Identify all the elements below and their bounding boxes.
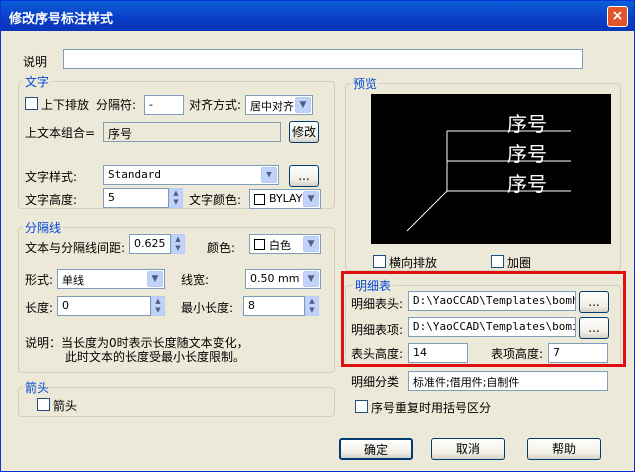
min-length-label: 最小长度: bbox=[181, 301, 234, 315]
line-width-select[interactable]: 0.50 mm ▼ bbox=[245, 269, 321, 289]
title-bar[interactable]: 修改序号标注样式 × bbox=[1, 1, 634, 31]
align-value: 居中对齐 bbox=[250, 100, 294, 113]
text-style-value: Standard bbox=[108, 168, 161, 181]
close-button[interactable]: × bbox=[607, 6, 628, 27]
spin-down-icon[interactable]: ▼ bbox=[170, 198, 182, 207]
color-swatch-icon bbox=[254, 239, 265, 250]
spin-up-icon[interactable]: ▲ bbox=[172, 235, 184, 244]
text-style-select[interactable]: Standard ▼ bbox=[103, 165, 279, 185]
length-label: 长度: bbox=[25, 301, 54, 315]
category-label: 明细分类 bbox=[351, 375, 400, 389]
length-stepper[interactable]: ▲ ▼ bbox=[151, 296, 165, 316]
form-label: 形式: bbox=[25, 273, 54, 287]
min-length-input[interactable]: 8 bbox=[243, 296, 305, 316]
separator-input[interactable]: - bbox=[144, 95, 184, 115]
preview-sample-3: 序号 bbox=[507, 172, 547, 196]
spin-down-icon[interactable]: ▼ bbox=[152, 306, 164, 315]
gap-label: 文本与分隔线间距: bbox=[25, 241, 126, 255]
circle-label: 加圈 bbox=[507, 256, 532, 270]
align-select[interactable]: 居中对齐 ▼ bbox=[245, 95, 313, 115]
text-color-select[interactable]: BYLAYER ▼ bbox=[249, 189, 321, 209]
text-height-stepper[interactable]: ▲ ▼ bbox=[169, 188, 183, 208]
line-width-value: 0.50 mm bbox=[250, 272, 300, 285]
text-height-input[interactable]: 5 bbox=[103, 188, 169, 208]
horizontal-label: 横向排放 bbox=[389, 256, 438, 270]
separator-label: 分隔符: bbox=[96, 98, 137, 112]
chevron-down-icon[interactable]: ▼ bbox=[147, 271, 163, 287]
dialog-window: 修改序号标注样式 × 说明 文字 上下排放 分隔符: - 对齐方式: 居中对齐 … bbox=[0, 0, 635, 472]
line-width-label: 线宽: bbox=[181, 273, 210, 287]
chevron-down-icon[interactable]: ▼ bbox=[295, 97, 311, 113]
min-length-stepper[interactable]: ▲ ▼ bbox=[305, 296, 319, 316]
help-button[interactable]: 帮助 bbox=[527, 438, 601, 460]
preview-sample-1: 序号 bbox=[507, 112, 547, 136]
chevron-down-icon[interactable]: ▼ bbox=[303, 271, 319, 287]
preview-sample-2: 序号 bbox=[507, 142, 547, 166]
divider-color-value: 白色 bbox=[269, 239, 291, 252]
text-height-label: 文字高度: bbox=[25, 193, 78, 207]
gap-input[interactable]: 0.625 bbox=[129, 234, 171, 254]
spin-up-icon[interactable]: ▲ bbox=[170, 189, 182, 198]
text-style-label: 文字样式: bbox=[25, 170, 78, 184]
bracket-label: 序号重复时用括号区分 bbox=[371, 401, 492, 415]
upper-combo-label: 上文本组合= bbox=[25, 126, 96, 140]
form-select[interactable]: 单线 ▼ bbox=[57, 269, 165, 289]
description-label: 说明 bbox=[23, 55, 48, 69]
cancel-button[interactable]: 取消 bbox=[431, 438, 505, 460]
category-input[interactable]: 标准件;借用件;自制件 bbox=[408, 371, 608, 391]
arrow-checkbox[interactable] bbox=[37, 398, 50, 411]
spin-down-icon[interactable]: ▼ bbox=[172, 244, 184, 253]
form-value: 单线 bbox=[62, 274, 84, 287]
arrow-group-title: 箭头 bbox=[23, 379, 52, 396]
divider-color-label: 颜色: bbox=[207, 241, 236, 255]
divider-color-select[interactable]: 白色 ▼ bbox=[249, 234, 321, 254]
upper-combo-field: 序号 bbox=[103, 122, 281, 142]
preview-drawing bbox=[406, 130, 571, 232]
gap-stepper[interactable]: ▲ ▼ bbox=[171, 234, 185, 254]
color-swatch-icon bbox=[254, 194, 265, 205]
spin-up-icon[interactable]: ▲ bbox=[306, 297, 318, 306]
modify-button[interactable]: 修改 bbox=[289, 121, 319, 143]
arrow-label: 箭头 bbox=[53, 399, 78, 413]
divider-note-line2: 此时文本的长度受最小长度限制。 bbox=[65, 350, 246, 364]
text-group-title: 文字 bbox=[23, 73, 52, 90]
chevron-down-icon[interactable]: ▼ bbox=[303, 236, 319, 252]
spin-up-icon[interactable]: ▲ bbox=[152, 297, 164, 306]
bracket-checkbox[interactable] bbox=[355, 400, 368, 413]
chevron-down-icon[interactable]: ▼ bbox=[261, 167, 277, 183]
vertical-checkbox[interactable] bbox=[25, 97, 38, 110]
circle-checkbox[interactable] bbox=[491, 255, 504, 268]
horizontal-checkbox[interactable] bbox=[373, 255, 386, 268]
highlight-box bbox=[341, 271, 626, 367]
length-input[interactable]: 0 bbox=[57, 296, 151, 316]
preview-group-title: 预览 bbox=[351, 75, 380, 92]
vertical-label: 上下排放 bbox=[41, 98, 90, 112]
preview-canvas: 序号 序号 序号 bbox=[371, 94, 611, 244]
text-color-label: 文字颜色: bbox=[189, 193, 242, 207]
align-label: 对齐方式: bbox=[189, 98, 242, 112]
spin-down-icon[interactable]: ▼ bbox=[306, 306, 318, 315]
text-style-browse-button[interactable]: ... bbox=[289, 165, 319, 187]
window-title: 修改序号标注样式 bbox=[9, 12, 114, 27]
description-input[interactable] bbox=[63, 49, 583, 69]
chevron-down-icon[interactable]: ▼ bbox=[303, 191, 319, 207]
ok-button[interactable]: 确定 bbox=[339, 438, 413, 460]
divider-group-title: 分隔线 bbox=[23, 219, 64, 236]
